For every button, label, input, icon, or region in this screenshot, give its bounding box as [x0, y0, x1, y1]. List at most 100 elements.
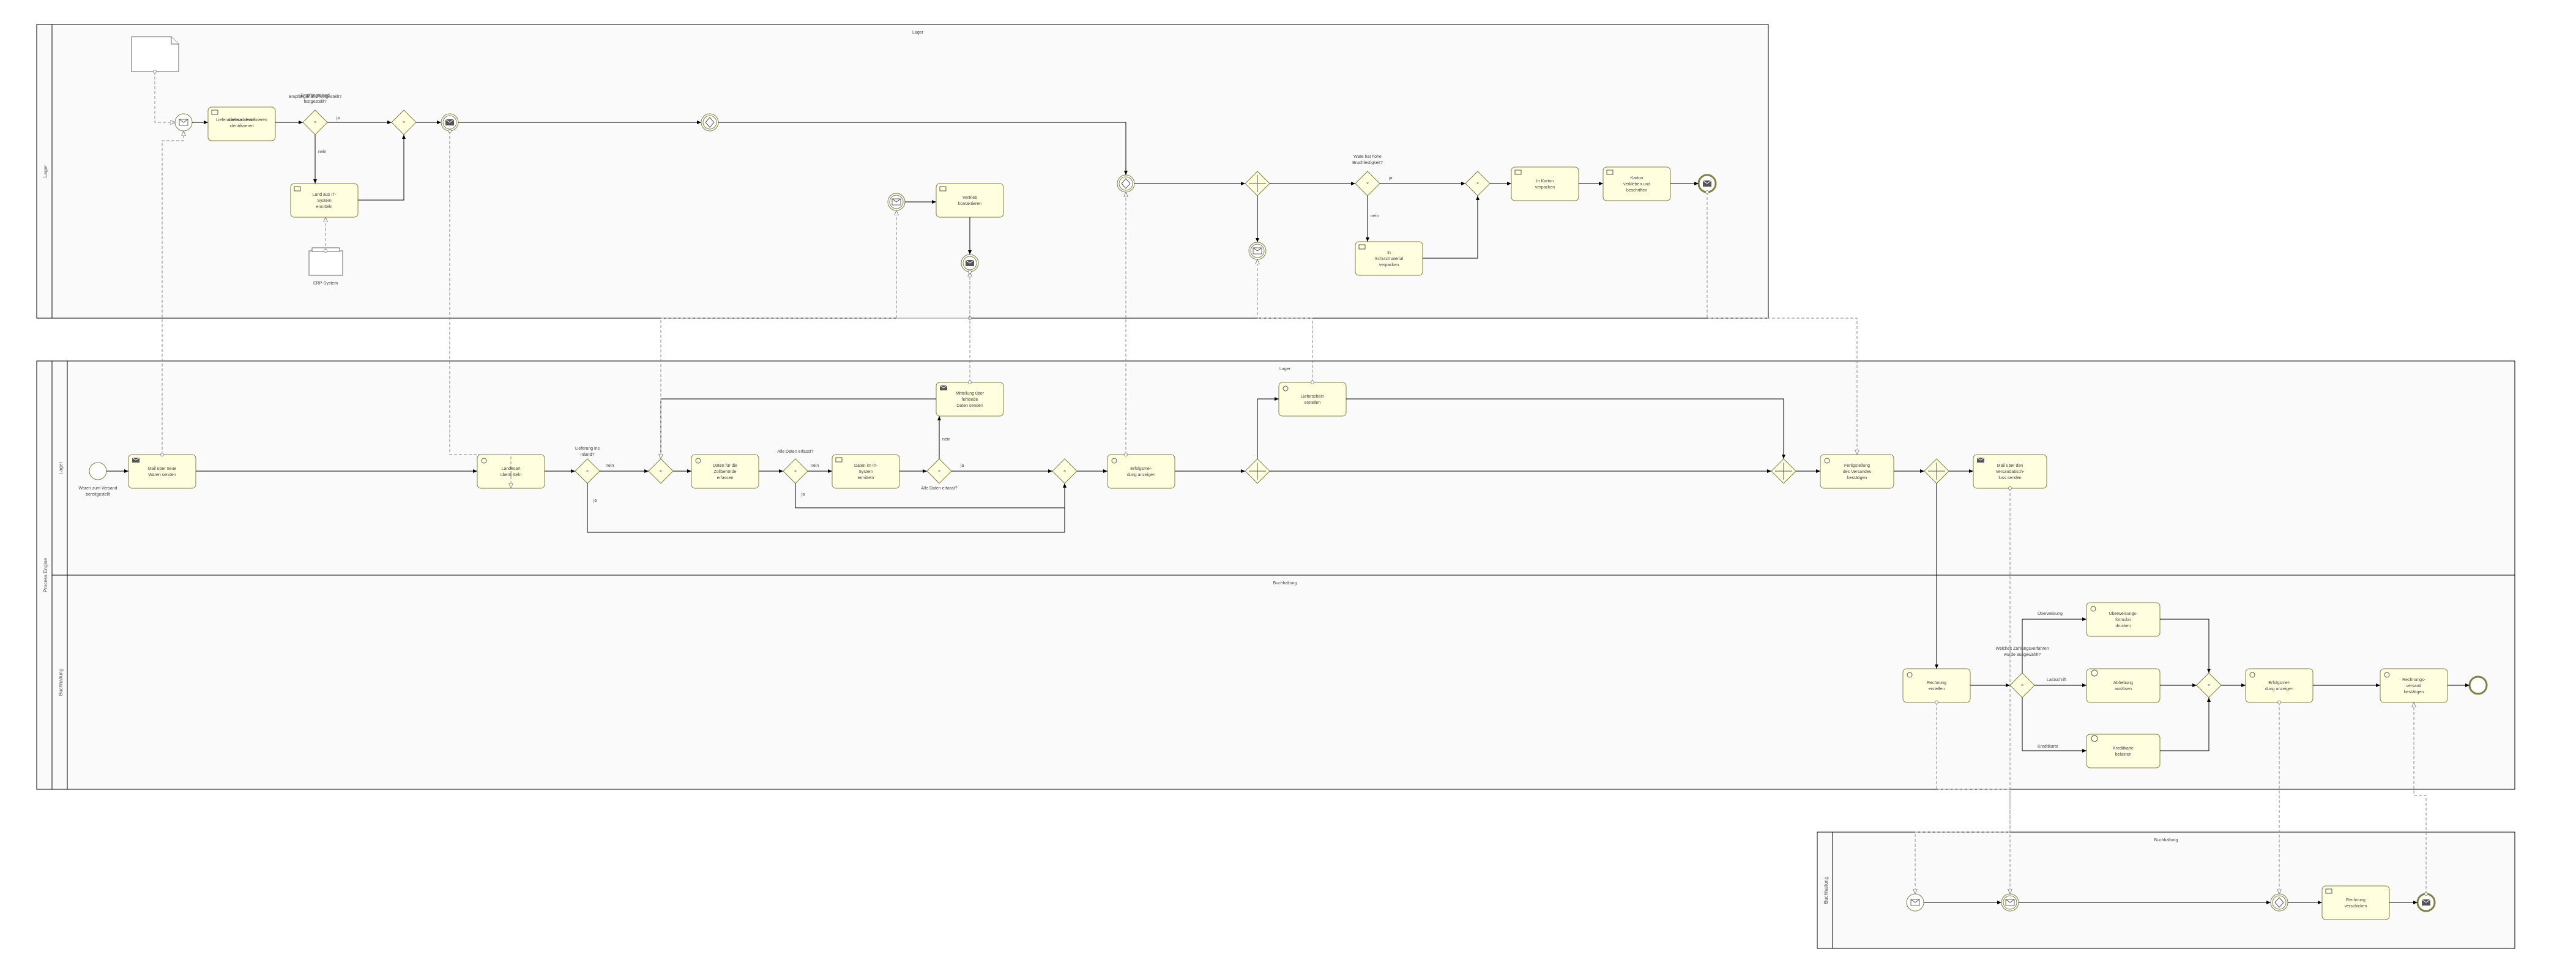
pool3-title: Buchhaltung [1823, 877, 1829, 904]
task-fertigstellung-versand: Fertigstellungdes Versandesbestätigen [1820, 455, 1894, 488]
svg-text:×: × [403, 121, 405, 125]
svg-text:×: × [586, 469, 589, 474]
svg-text:Erfolgsmel-: Erfolgsmel- [2268, 681, 2290, 685]
svg-text:luss senden: luss senden [1998, 476, 2021, 480]
svg-text:In Karton: In Karton [1536, 179, 1554, 184]
svg-text:Daten senden: Daten senden [956, 404, 983, 408]
task-erfolgsmeldung: Erfolgsmel-dung anzeigen [1107, 455, 1175, 488]
svg-text:bereitgestellt: bereitgestellt [86, 493, 110, 497]
svg-text:In: In [1387, 251, 1391, 255]
svg-text:Waren zum Versand: Waren zum Versand [78, 486, 117, 491]
svg-text:identifizieren: identifizieren [229, 124, 253, 128]
svg-text:Kreditkarte: Kreditkarte [2038, 745, 2058, 749]
svg-text:verkleben und: verkleben und [1623, 182, 1650, 187]
end-event-p3 [2418, 894, 2435, 911]
svg-text:Lager: Lager [1279, 367, 1291, 371]
task-rechnung-verschicken: Rechnungverschicken [2322, 886, 2389, 920]
svg-text:×: × [1476, 182, 1479, 186]
svg-text:versand: versand [2407, 684, 2422, 688]
svg-text:Empfängerland: Empfängerland [300, 94, 330, 98]
svg-text:fehlende: fehlende [962, 398, 978, 402]
svg-text:Inland?: Inland? [581, 453, 595, 457]
pool-process-engine: Process Engine Lager Buchhaltung Lager B… [37, 361, 2515, 789]
lane-buchhaltung: Buchhaltung [58, 669, 64, 696]
svg-text:Alle Daten erfasst?: Alle Daten erfasst? [921, 486, 957, 491]
pool-lager: Lager Lager [37, 24, 1768, 318]
task-land-aus-it-system: Land aus IT-Systemermitteln [291, 184, 358, 217]
task-zollbehoerde: Daten für dieZollbehördeerfassen [691, 455, 759, 488]
svg-text:Mail über den: Mail über den [1997, 464, 2023, 468]
svg-text:verpacken: verpacken [1379, 263, 1399, 267]
svg-text:Überweisung: Überweisung [2038, 611, 2063, 616]
svg-text:Waren senden: Waren senden [148, 473, 176, 477]
svg-text:ja: ja [960, 464, 964, 468]
end-event-lager [1699, 175, 1716, 192]
pool-lager-title: Lager [43, 165, 48, 177]
event-receive-missing [888, 193, 905, 210]
svg-text:beschriften: beschriften [1626, 188, 1647, 193]
svg-text:Zollbehörde: Zollbehörde [714, 470, 737, 474]
svg-text:verschicken: verschicken [2345, 904, 2367, 909]
svg-text:Daten im IT-: Daten im IT- [854, 464, 878, 468]
task-schutzmaterial: In Schutzmaterial verpacken [1355, 242, 1423, 275]
pool-pe-title: Process Engine [43, 557, 48, 592]
lane-lager2: Lager [58, 461, 64, 474]
svg-text:ERP-System: ERP-System [313, 281, 338, 286]
svg-text:Buchhaltung: Buchhaltung [1273, 581, 1297, 586]
svg-text:erstellen: erstellen [1929, 687, 1945, 691]
svg-text:Mail über neue: Mail über neue [148, 467, 176, 471]
event-receive-lieferschein [1249, 242, 1266, 259]
svg-text:nein: nein [1371, 214, 1379, 218]
event-catch-2 [1117, 175, 1134, 192]
svg-text:erfassen: erfassen [717, 476, 734, 480]
task-erfolgsmeldung-2: Erfolgsmel-dung anzeigen [2246, 669, 2313, 702]
start-event-lager [175, 114, 192, 131]
svg-text:ermitteln: ermitteln [858, 476, 874, 480]
event-recv-3a [2001, 894, 2019, 911]
svg-text:nein: nein [942, 437, 950, 442]
svg-text:ja: ja [801, 493, 805, 497]
svg-text:Überweisungs-: Überweisungs- [2109, 611, 2138, 616]
svg-text:belasten: belasten [2115, 753, 2132, 757]
task-kreditkarte-belasten: Kreditkarte belasten [2086, 734, 2160, 768]
svg-text:ja: ja [593, 499, 597, 503]
svg-text:×: × [1063, 469, 1066, 474]
svg-text:Kreditkarte: Kreditkarte [2113, 746, 2134, 751]
svg-text:Rechnung: Rechnung [1927, 681, 1946, 685]
svg-text:drucken: drucken [2116, 624, 2131, 628]
svg-text:System: System [858, 470, 873, 474]
svg-text:festgestellt?: festgestellt? [303, 100, 326, 104]
svg-text:Kommissionier- liste: Kommissionier- liste [0, 0, 44, 1]
task-it-daten-ermitteln: Daten im IT- System ermitteln [832, 455, 899, 488]
svg-text:×: × [938, 469, 940, 474]
start-event-p3 [1907, 894, 1924, 911]
svg-text:Ware hat hohe: Ware hat hohe [1353, 155, 1382, 159]
task-abhebung-ausloesen: Abhebungauslösen [2086, 669, 2160, 702]
end-event-p2 [2470, 677, 2487, 694]
svg-text:×: × [660, 469, 662, 474]
task-karton-verpacken: In Kartonverpacken [1511, 167, 1579, 201]
svg-text:Bruchfestigkeit?: Bruchfestigkeit? [1352, 161, 1383, 165]
task-mitteilung-fehlende-daten: Mitteilung überfehlendeDaten senden [936, 382, 1003, 416]
svg-text:×: × [794, 469, 797, 474]
svg-text:×: × [2021, 683, 2023, 688]
svg-text:erstellen: erstellen [1305, 401, 1321, 405]
svg-text:verpacken: verpacken [1535, 185, 1555, 190]
svg-text:ja: ja [336, 116, 340, 121]
svg-text:Vertrieb: Vertrieb [962, 196, 977, 200]
svg-text:Versandabsch-: Versandabsch- [1996, 470, 2025, 474]
svg-text:formular: formular [2115, 618, 2131, 622]
svg-text:nein: nein [811, 464, 819, 468]
svg-text:Land aus IT-: Land aus IT- [313, 193, 337, 197]
svg-text:des Versandes: des Versandes [1843, 470, 1872, 474]
task-rechnung-erstellen: Rechnung erstellen [1903, 669, 1970, 702]
svg-text:auslösen: auslösen [2115, 687, 2132, 691]
svg-text:×: × [2208, 683, 2210, 688]
svg-text:Schutzmaterial: Schutzmaterial [1375, 257, 1404, 261]
svg-text:kontaktieren: kontaktieren [958, 202, 981, 206]
task-ueberweisungsformular: Überweisungs-formular drucken [2086, 603, 2160, 636]
task-mail-versandabschluss: Mail über den Versandabsch-luss senden [1973, 455, 2047, 488]
svg-text:Alle Daten erfasst?: Alle Daten erfasst? [777, 450, 813, 454]
svg-text:Erfolgsmel-: Erfolgsmel- [1130, 467, 1152, 471]
task-mail-neue-waren: Mail über neue Waren senden [128, 455, 196, 488]
